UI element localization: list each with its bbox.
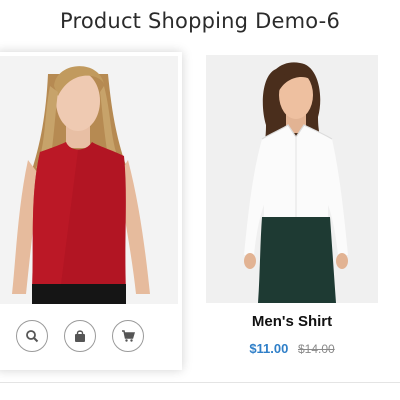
shopping-bag-icon: [75, 330, 85, 342]
product-card[interactable]: Men's Shirt $11.00 $14.00: [206, 55, 378, 370]
search-icon: [26, 330, 39, 343]
product-image[interactable]: [206, 55, 378, 303]
page-title: Product Shopping Demo-6: [59, 9, 341, 33]
add-to-cart-button[interactable]: [112, 320, 144, 352]
add-to-bag-button[interactable]: [64, 320, 96, 352]
product-actions: [0, 320, 182, 360]
product-photo-white-shirt: [206, 55, 378, 303]
product-photo-red-top: [0, 56, 178, 304]
quick-view-button[interactable]: [16, 320, 48, 352]
product-price: $11.00: [249, 341, 289, 356]
product-image[interactable]: [0, 56, 178, 304]
divider: [0, 382, 400, 383]
cart-icon: [122, 330, 135, 342]
product-card[interactable]: [0, 52, 182, 370]
product-name[interactable]: Men's Shirt: [206, 313, 378, 330]
price-row: $11.00 $14.00: [206, 341, 378, 356]
product-old-price: $14.00: [297, 342, 335, 356]
